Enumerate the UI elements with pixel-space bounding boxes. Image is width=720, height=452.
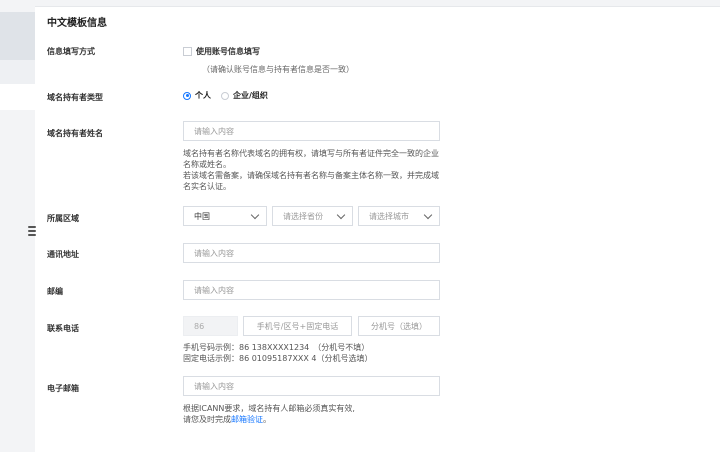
holder-name-placeholder: 请输入内容 — [194, 126, 234, 136]
email-verify-link[interactable]: 邮箱验证 — [231, 415, 263, 424]
nav-block[interactable] — [0, 60, 35, 84]
country-code-value: 86 — [194, 321, 205, 331]
extension-input[interactable]: 分机号（选填） — [358, 316, 440, 336]
holder-type-radio-group: 个人 企业/组织 — [183, 90, 278, 101]
holder-name-input[interactable]: 请输入内容 — [183, 121, 440, 141]
nav-block-active[interactable] — [0, 12, 35, 60]
menu-toggle-icon[interactable] — [28, 226, 38, 236]
email-input[interactable]: 请输入内容 — [183, 376, 440, 396]
use-account-label[interactable]: 使用账号信息填写 — [196, 46, 260, 57]
email-note-1: 根据ICANN要求，域名持有人邮箱必须真实有效, — [183, 404, 355, 413]
email-note-2-suffix: 。 — [263, 415, 271, 424]
chevron-down-icon — [250, 210, 260, 219]
extension-placeholder: 分机号（选填） — [371, 321, 427, 331]
city-select[interactable]: 请选择城市 — [358, 206, 440, 226]
fill-method-hint: （请确认账号信息与持有者信息是否一致） — [202, 65, 354, 74]
email-note-2-prefix: 请您及时完成 — [183, 415, 231, 424]
section-title: 中文模板信息 — [47, 18, 107, 29]
phone-number-placeholder: 手机号/区号+固定电话 — [256, 321, 339, 331]
use-account-checkbox[interactable]: 使用账号信息填写 — [183, 46, 260, 57]
province-placeholder: 请选择省份 — [283, 211, 323, 221]
holder-type-label: 域名持有者类型 — [47, 93, 103, 102]
nav-block — [0, 110, 35, 452]
postcode-label: 邮编 — [47, 287, 63, 296]
holder-name-note-1: 域名持有者名称代表域名的拥有权，请填写与所有者证件完全一致的企业名称或姓名。 — [183, 149, 439, 169]
radio-unchecked-icon[interactable] — [221, 91, 229, 100]
country-select[interactable]: 中国 — [183, 206, 267, 226]
region-label: 所属区域 — [47, 214, 79, 223]
radio-individual-label[interactable]: 个人 — [195, 90, 211, 101]
chevron-down-icon — [423, 210, 433, 219]
postcode-input[interactable]: 请输入内容 — [183, 280, 440, 300]
address-placeholder: 请输入内容 — [194, 248, 234, 258]
fill-method-label: 信息填写方式 — [47, 47, 95, 56]
chevron-down-icon — [336, 210, 346, 219]
holder-name-note-2: 若该域名需备案，请确保域名持有者名称与备案主体名称一致，并完成域名实名认证。 — [183, 171, 439, 191]
nav-block[interactable] — [0, 84, 35, 110]
email-label: 电子邮箱 — [47, 384, 79, 393]
city-placeholder: 请选择城市 — [369, 211, 409, 221]
province-select[interactable]: 请选择省份 — [272, 206, 353, 226]
email-note-2: 请您及时完成邮箱验证。 — [183, 414, 441, 425]
address-label: 通讯地址 — [47, 250, 79, 259]
radio-organization[interactable]: 企业/组织 — [221, 90, 268, 101]
phone-example-mobile: 手机号码示例：86 138XXXX1234 （分机号不填） — [183, 343, 370, 352]
country-value: 中国 — [194, 211, 210, 221]
postcode-placeholder: 请输入内容 — [194, 285, 234, 295]
phone-label: 联系电话 — [47, 324, 79, 333]
country-code-input: 86 — [183, 316, 238, 336]
email-note: 根据ICANN要求，域名持有人邮箱必须真实有效, 请您及时完成邮箱验证。 — [183, 403, 441, 425]
phone-example-fixed: 固定电话示例：86 01095187XXX 4（分机号选填） — [183, 354, 373, 363]
holder-name-label: 域名持有者姓名 — [47, 129, 103, 138]
radio-organization-label[interactable]: 企业/组织 — [233, 90, 268, 101]
phone-number-input[interactable]: 手机号/区号+固定电话 — [243, 316, 352, 336]
email-placeholder: 请输入内容 — [194, 381, 234, 391]
checkbox-icon[interactable] — [183, 47, 192, 56]
holder-name-note: 域名持有者名称代表域名的拥有权，请填写与所有者证件完全一致的企业名称或姓名。 若… — [183, 148, 441, 192]
radio-individual[interactable]: 个人 — [183, 90, 211, 101]
top-border — [0, 0, 720, 7]
radio-checked-icon[interactable] — [183, 91, 191, 100]
address-input[interactable]: 请输入内容 — [183, 243, 440, 263]
phone-examples: 手机号码示例：86 138XXXX1234 （分机号不填） 固定电话示例：86 … — [183, 342, 441, 364]
